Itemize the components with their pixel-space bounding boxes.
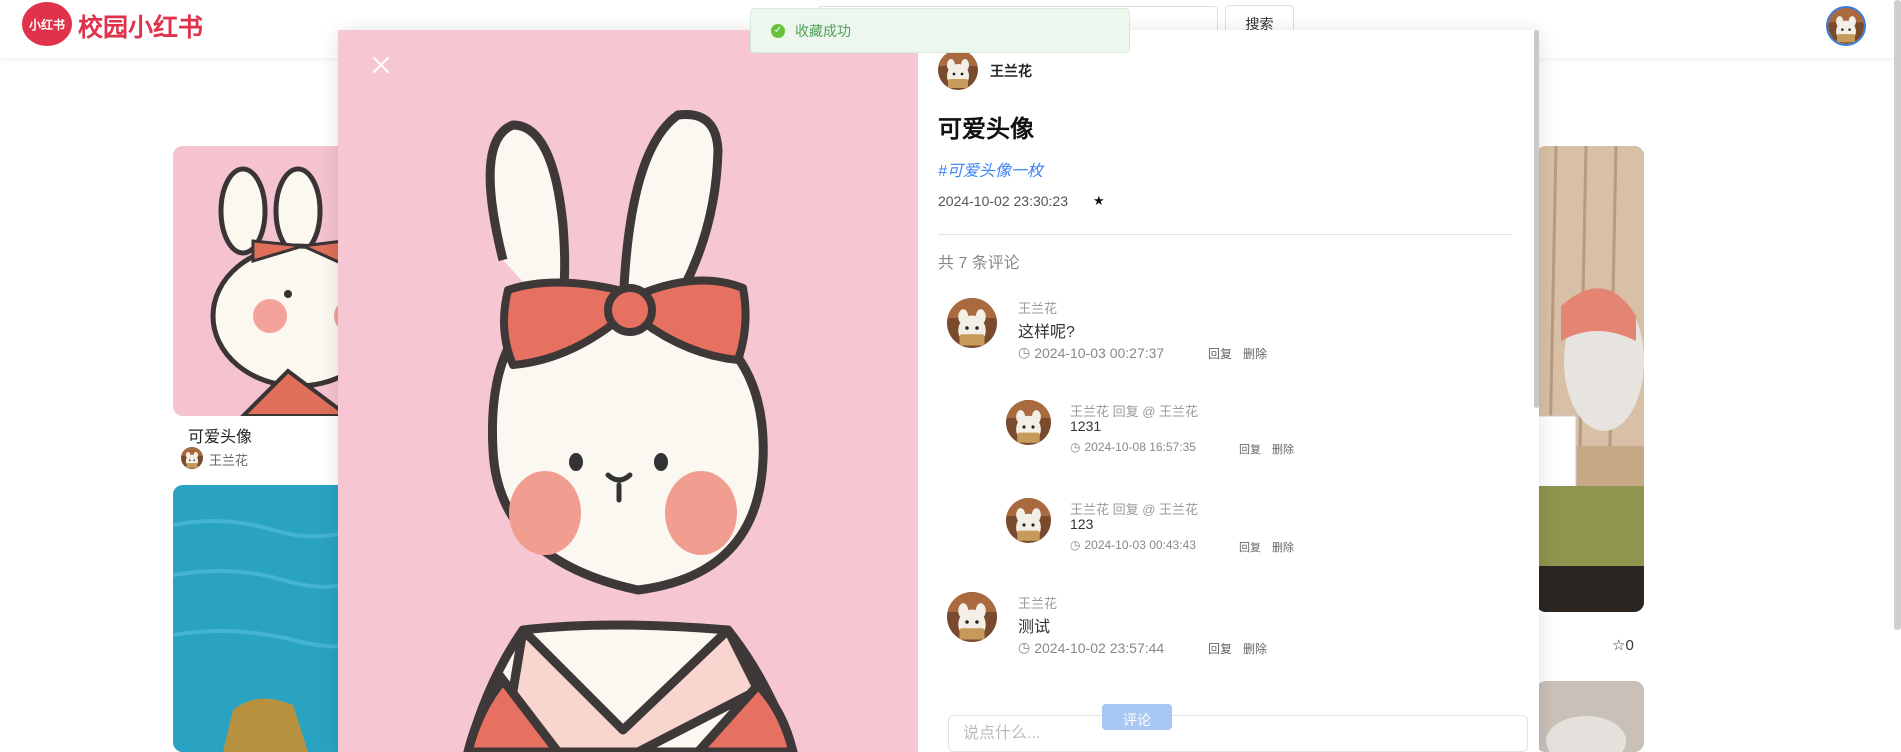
logo-badge[interactable]: 小红书 [22, 2, 72, 46]
comment-avatar[interactable] [947, 592, 997, 642]
author-avatar[interactable] [938, 50, 978, 90]
comment-time-value: 2024-10-03 00:27:37 [1034, 344, 1165, 361]
post-tag[interactable]: #可爱头像一枚 [938, 157, 1043, 181]
feed-card-avatar [181, 447, 203, 469]
comment-count: 共 7 条评论 [938, 255, 1020, 272]
favorite-count-value: 0 [1625, 637, 1634, 654]
clock-icon: ◷ [1018, 344, 1031, 360]
feed-card-image[interactable] [173, 485, 363, 752]
comment-time: ◷ 2024-10-02 23:57:44 [1018, 639, 1164, 656]
reply-button[interactable]: 回复 [1239, 441, 1261, 457]
reply-button[interactable]: 回复 [1239, 539, 1261, 555]
comment-avatar[interactable] [1006, 498, 1051, 543]
post-title: 可爱头像 [938, 116, 1034, 143]
comment-text: 这样呢? [1018, 324, 1075, 341]
comment-time: ◷ 2024-10-03 00:27:37 [1018, 344, 1164, 361]
comment-author[interactable]: 王兰花 [1018, 298, 1057, 317]
favorite-count[interactable]: ☆0 [1612, 636, 1634, 654]
feed-card-title[interactable]: 可爱头像 [188, 423, 252, 447]
delete-button[interactable]: 删除 [1272, 539, 1294, 555]
comment-input[interactable] [948, 715, 1528, 752]
delete-button[interactable]: 删除 [1243, 345, 1267, 362]
check-circle-icon: ✓ [771, 23, 785, 38]
comment-time-value: 2024-10-02 23:57:44 [1034, 639, 1165, 656]
post-date: 2024-10-02 23:30:23 [938, 193, 1068, 209]
star-filled-icon[interactable]: ★ [1093, 193, 1105, 209]
comment-submit-button[interactable]: 评论 [1102, 704, 1172, 730]
divider [938, 234, 1512, 235]
comment-time: ◷ 2024-10-08 16:57:35 [1070, 440, 1196, 454]
author-name[interactable]: 王兰花 [990, 61, 1032, 81]
clock-icon: ◷ [1070, 538, 1081, 552]
feed-card-image[interactable] [1536, 146, 1644, 612]
clock-icon: ◷ [1018, 639, 1031, 655]
comment-text: 123 [1070, 516, 1094, 532]
star-outline-icon[interactable]: ☆ [1612, 637, 1625, 654]
reply-button[interactable]: 回复 [1208, 640, 1232, 657]
reply-button[interactable]: 回复 [1208, 345, 1232, 362]
feed-card-author[interactable]: 王兰花 [209, 450, 248, 469]
delete-button[interactable]: 删除 [1272, 441, 1294, 457]
comment-avatar[interactable] [1006, 400, 1051, 445]
success-toast: ✓ 收藏成功 [750, 8, 1130, 53]
toast-message: 收藏成功 [795, 22, 851, 39]
user-avatar[interactable] [1826, 6, 1866, 46]
comment-author[interactable]: 王兰花 [1018, 593, 1057, 612]
post-image [338, 30, 918, 752]
comment-time-value: 2024-10-03 00:43:43 [1084, 538, 1196, 552]
post-detail-modal: 王兰花 可爱头像 #可爱头像一枚 2024-10-02 23:30:23 ★ 共… [338, 30, 1539, 752]
clock-icon: ◷ [1070, 440, 1081, 454]
comment-time: ◷ 2024-10-03 00:43:43 [1070, 538, 1196, 552]
delete-button[interactable]: 删除 [1243, 640, 1267, 657]
post-detail-panel: 王兰花 可爱头像 #可爱头像一枚 2024-10-02 23:30:23 ★ 共… [918, 30, 1539, 752]
page-scrollbar[interactable] [1894, 0, 1901, 630]
close-icon[interactable] [366, 50, 396, 80]
feed-card-image[interactable] [1536, 681, 1644, 752]
comment-text: 1231 [1070, 418, 1102, 434]
modal-scrollbar[interactable] [1534, 30, 1539, 408]
comment-text: 测试 [1018, 619, 1051, 636]
comment-time-value: 2024-10-08 16:57:35 [1084, 440, 1196, 454]
app-title[interactable]: 校园小红书 [78, 8, 203, 44]
comment-avatar[interactable] [947, 298, 997, 348]
feed-card-image[interactable] [173, 146, 363, 416]
